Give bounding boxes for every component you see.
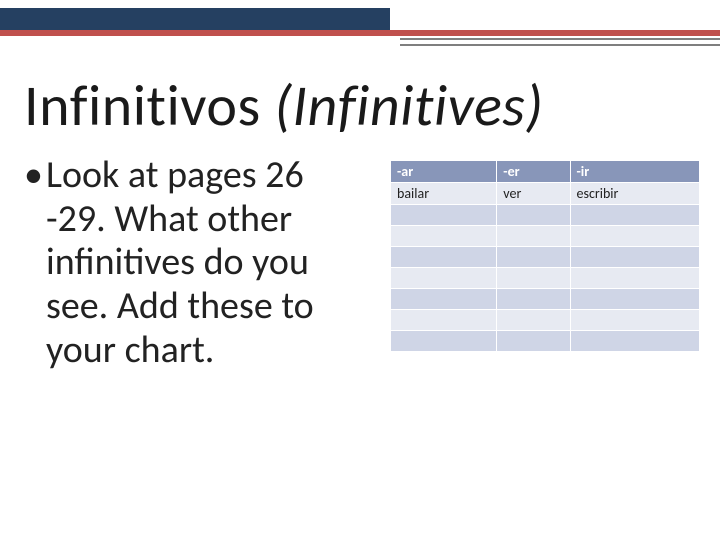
table-cell: ver	[497, 183, 570, 205]
table-row	[391, 289, 700, 310]
table-row	[391, 205, 700, 226]
table-cell	[391, 331, 497, 352]
table-cell	[570, 289, 700, 310]
table-cell	[497, 268, 570, 289]
table-cell	[497, 226, 570, 247]
table-header-row: -ar -er -ir	[391, 161, 700, 183]
table-cell: escribir	[570, 183, 700, 205]
slide-title: Infinitivos (Infinitives)	[24, 70, 704, 141]
table-row	[391, 226, 700, 247]
table-cell	[391, 310, 497, 331]
bullet-icon: •	[24, 154, 46, 372]
bullet-item: • Look at pages 26 -29. What other infin…	[24, 154, 369, 372]
table-header-ar: -ar	[391, 161, 497, 183]
decorative-rule	[400, 38, 720, 40]
table-cell	[391, 289, 497, 310]
table-cell: bailar	[391, 183, 497, 205]
table-cell	[391, 268, 497, 289]
decorative-bar-blue	[0, 8, 390, 30]
title-main: Infinitivos	[24, 70, 274, 141]
bullet-text: Look at pages 26 -29. What other infinit…	[46, 154, 369, 372]
table-cell	[391, 226, 497, 247]
table-cell	[497, 289, 570, 310]
table-cell	[570, 226, 700, 247]
title-italic: (Infinitives)	[274, 70, 543, 141]
decorative-rule	[400, 44, 720, 46]
table-cell	[570, 205, 700, 226]
table-cell	[570, 268, 700, 289]
table-cell	[570, 247, 700, 268]
table-row	[391, 247, 700, 268]
table-cell	[497, 310, 570, 331]
infinitives-table: -ar -er -ir bailar ver escribir	[390, 160, 700, 352]
table-row	[391, 331, 700, 352]
table-row: bailar ver escribir	[391, 183, 700, 205]
table-row	[391, 310, 700, 331]
table-row	[391, 268, 700, 289]
table-cell	[391, 247, 497, 268]
table-header-er: -er	[497, 161, 570, 183]
table-cell	[497, 331, 570, 352]
table-cell	[497, 205, 570, 226]
table-cell	[570, 331, 700, 352]
table-cell	[391, 205, 497, 226]
table-cell	[497, 247, 570, 268]
table-header-ir: -ir	[570, 161, 700, 183]
table-cell	[570, 310, 700, 331]
decorative-bar-red	[0, 30, 720, 36]
body-text: • Look at pages 26 -29. What other infin…	[24, 154, 369, 372]
